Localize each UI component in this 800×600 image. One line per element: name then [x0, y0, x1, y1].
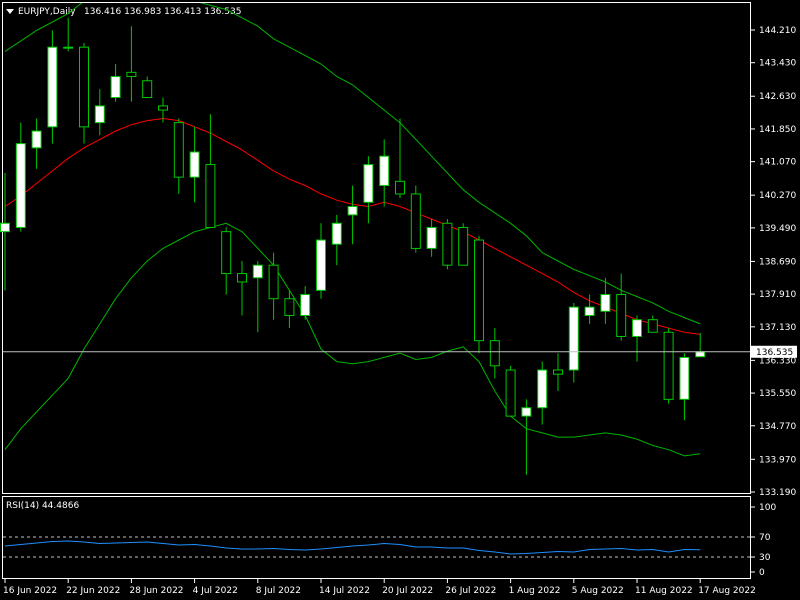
time-tick-label: 26 Jul 2022 — [445, 586, 496, 596]
candle-body-bull — [63, 46, 74, 49]
price-tick-label: 141.850 — [759, 125, 796, 135]
time-tick-label: 16 Jun 2022 — [3, 586, 57, 596]
candle-body-bear — [489, 340, 500, 367]
candle-body-bull — [537, 369, 548, 409]
candle-body-bear — [205, 164, 216, 228]
price-tick-label: 143.430 — [759, 59, 796, 69]
candle-body-bear — [458, 226, 469, 266]
chart-window: EURJPY,Daily 136.416 136.983 136.413 136… — [0, 2, 797, 596]
time-axis: 16 Jun 2022 22 Jun 2022 28 Jun 2022 4 Jul 2… — [3, 579, 756, 596]
candle-body-bear — [663, 331, 674, 400]
candle-body-bear — [158, 105, 168, 111]
price-tick-label: 138.690 — [759, 257, 796, 267]
price-tick-label: 133.970 — [759, 455, 796, 465]
time-tick-label: 14 Jul 2022 — [319, 586, 370, 596]
price-tick-label: 137.910 — [759, 290, 796, 300]
candle-body-bull — [695, 351, 706, 358]
candle-body-bull — [521, 407, 532, 417]
time-tick-label: 22 Jun 2022 — [66, 586, 120, 596]
bollinger-upper-line — [4, 3, 701, 325]
rsi-axis: 100 70 30 0 — [3, 503, 776, 578]
symbol-label: EURJPY,Daily — [18, 7, 76, 17]
time-tick-label: 17 Aug 2022 — [698, 586, 756, 596]
ohlc-quote: 136.416 136.983 136.413 136.535 — [84, 7, 241, 17]
candle-body-bull — [679, 356, 690, 400]
time-tick-label: 5 Aug 2022 — [572, 586, 624, 596]
candle-body-bull — [31, 130, 42, 149]
candle-body-bear — [221, 231, 232, 275]
candle-body-bear — [142, 80, 153, 98]
price-tick-label: 141.070 — [759, 158, 796, 168]
price-tick-label: 135.550 — [759, 389, 796, 399]
candle-body-bull — [94, 105, 105, 124]
price-tick-label: 140.270 — [759, 191, 796, 201]
dropdown-triangle-icon[interactable] — [6, 9, 14, 14]
price-axis: 144.210 143.430 142.630 141.850 141.070 140.2… — [750, 26, 796, 498]
candle-body-bull — [584, 306, 595, 317]
candle-body-bull — [189, 151, 200, 178]
candle-body-bull — [568, 306, 579, 371]
candle-body-bear — [237, 273, 247, 283]
candle-body-bull — [0, 222, 10, 233]
bollinger-lower-line — [4, 222, 701, 457]
price-tick-label: 142.630 — [759, 92, 796, 102]
price-tick-label: 133.190 — [759, 488, 796, 498]
candle-body-bear — [410, 193, 421, 249]
time-tick-label: 11 Aug 2022 — [635, 586, 693, 596]
time-tick-label: 1 Aug 2022 — [509, 586, 561, 596]
candle-body-bear — [442, 222, 453, 266]
price-tick-label: 139.490 — [759, 224, 796, 234]
time-tick-label: 28 Jun 2022 — [129, 586, 183, 596]
candle-body-bear — [395, 180, 405, 195]
rsi-label: RSI(14) 44.4866 — [6, 501, 79, 511]
rsi-tick-label: 0 — [759, 568, 765, 578]
candle-body-bull — [632, 319, 642, 337]
candle-body-bear — [647, 319, 658, 333]
candle-body-bear — [474, 239, 484, 342]
candle-body-bull — [426, 226, 437, 249]
rsi-tick-label: 100 — [759, 503, 776, 513]
price-tick-label: 134.770 — [759, 422, 796, 432]
svg-text:136.535: 136.535 — [756, 348, 793, 358]
candle-body-bull — [316, 239, 326, 291]
candle-body-bull — [47, 46, 58, 128]
current-price-tag: 136.535 — [751, 345, 797, 358]
candle-body-bear — [284, 298, 295, 317]
time-tick-label: 20 Jul 2022 — [382, 586, 433, 596]
candle-body-bull — [331, 222, 342, 245]
time-tick-label: 4 Jul 2022 — [193, 586, 238, 596]
price-tick-label: 137.130 — [759, 323, 796, 333]
price-tick-label: 144.210 — [759, 26, 796, 36]
candle-body-bull — [110, 76, 121, 98]
rsi-tick-label: 70 — [759, 533, 771, 543]
time-tick-label: 8 Jul 2022 — [256, 586, 301, 596]
candle-body-bear — [173, 122, 184, 178]
price-tick-label: 136.330 — [759, 356, 796, 366]
candlestick-series — [0, 17, 706, 475]
rsi-line — [4, 540, 701, 555]
candle-body-bull — [363, 164, 374, 203]
candle-body-bear — [616, 294, 627, 337]
candle-body-bear — [79, 46, 89, 128]
candle-body-bull — [252, 264, 263, 279]
rsi-path — [4, 540, 701, 555]
candle-body-bull — [15, 143, 26, 228]
candle-body-bear — [505, 369, 516, 417]
candle-body-bear — [126, 71, 137, 78]
candle-body-bear — [553, 369, 563, 375]
candle-body-bear — [268, 264, 279, 300]
rsi-tick-label: 30 — [759, 553, 771, 563]
candle-body-bull — [300, 294, 311, 317]
candle-body-bull — [379, 155, 390, 187]
candle-body-bull — [347, 205, 358, 216]
candle-body-bull — [600, 294, 611, 312]
